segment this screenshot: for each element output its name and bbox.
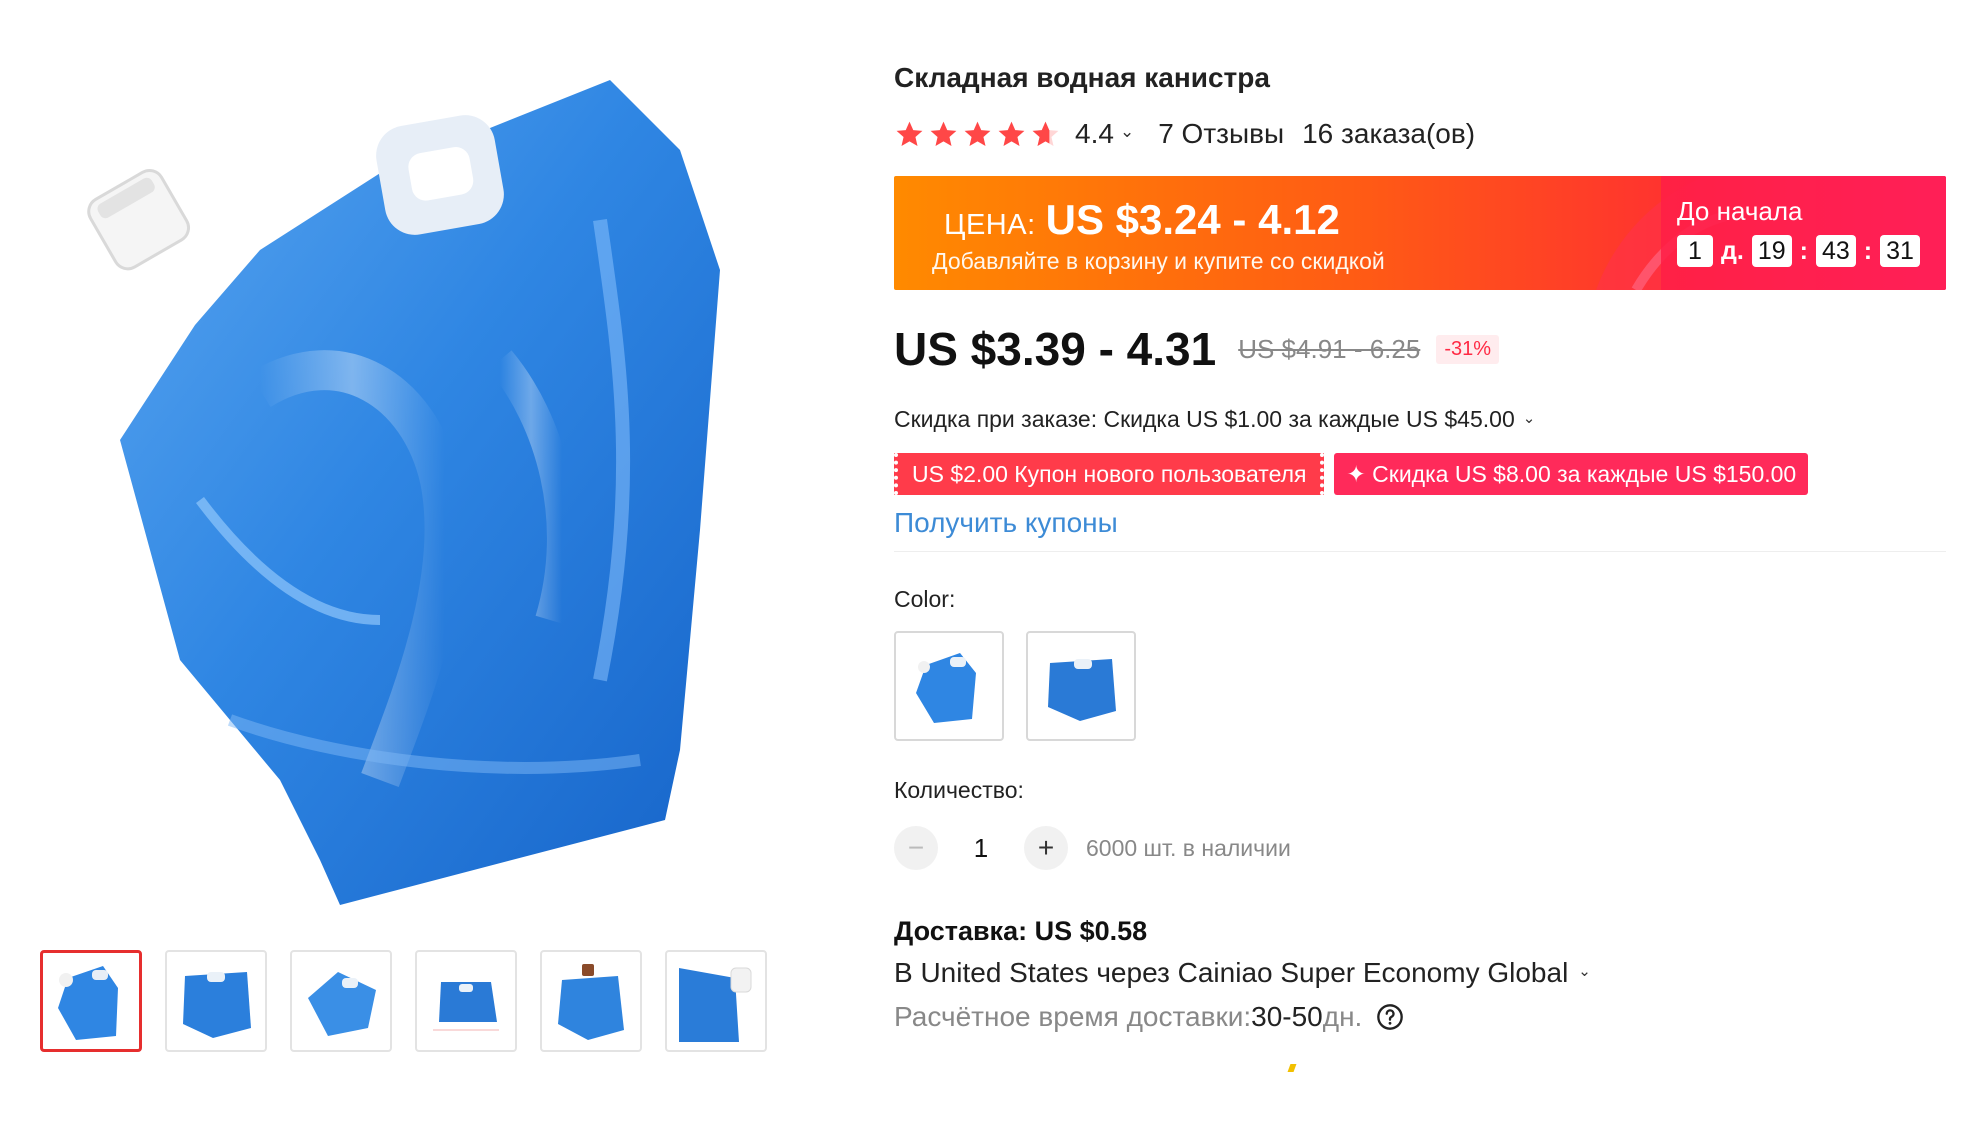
color-option-2[interactable] (1026, 631, 1136, 741)
main-product-image[interactable] (80, 60, 840, 930)
coupon-row: US $2.00 Купон нового пользователя ✦ Ски… (894, 453, 1946, 495)
promo-price: US $3.24 - 4.12 (1045, 196, 1340, 243)
delivery-time-value: 30-50 (1251, 1001, 1323, 1032)
countdown-timer: 1 д. 19 : 43 : 31 (1677, 235, 1946, 267)
countdown-days-unit: д. (1721, 236, 1744, 265)
product-title: Складная водная канистра (894, 62, 1270, 93)
color-swatches (894, 631, 1946, 741)
original-price: US $4.91 - 6.25 (1238, 333, 1421, 364)
promo-banner: ЦЕНА: US $3.24 - 4.12 Добавляйте в корзи… (894, 176, 1946, 290)
decorative-mark (1287, 1064, 1297, 1072)
store-discount-coupon[interactable]: ✦ Скидка US $8.00 за каждые US $150.00 (1334, 453, 1809, 495)
quantity-input[interactable] (938, 832, 1024, 864)
chevron-down-icon[interactable]: ⌄ (1120, 122, 1134, 142)
quantity-label: Количество: (894, 777, 1024, 803)
color-option-1[interactable] (894, 631, 1004, 741)
orders-count: 16 заказа(ов) (1302, 118, 1476, 149)
product-info: Складная водная канистра 4.4 ⌄ 7 Отзывы … (894, 60, 1946, 1033)
rating-stars (894, 119, 1061, 150)
chevron-down-icon[interactable]: ⌄ (1578, 962, 1591, 980)
delivery-time-unit: дн. (1322, 1001, 1363, 1032)
star-icon (998, 121, 1025, 146)
quantity-decrease-button[interactable]: − (894, 826, 938, 870)
discount-badge: -31% (1436, 334, 1500, 364)
star-icon (964, 121, 991, 146)
chevron-down-icon[interactable]: ⌄ (1523, 409, 1536, 427)
color-label: Color: (894, 586, 956, 612)
thumbnail-2[interactable] (165, 950, 267, 1052)
countdown-hours: 19 (1751, 235, 1792, 267)
promo-price-label: ЦЕНА: (944, 209, 1036, 241)
countdown-separator: : (1863, 236, 1873, 265)
promo-subtitle: Добавляйте в корзину и купите со скидкой (932, 248, 1385, 274)
new-user-coupon[interactable]: US $2.00 Купон нового пользователя (894, 453, 1325, 495)
current-price: US $3.39 - 4.31 (894, 323, 1217, 375)
shipping-method[interactable]: В United States через Cainiao Super Econ… (894, 957, 1946, 989)
price-row: US $3.39 - 4.31 US $4.91 - 6.25 -31% (894, 322, 1946, 376)
countdown-days: 1 (1677, 235, 1713, 267)
countdown-separator: : (1799, 236, 1808, 265)
star-icon (896, 121, 923, 146)
half-star-icon (1032, 121, 1059, 146)
thumbnail-4[interactable] (415, 950, 517, 1052)
delivery-estimate: Расчётное время доставки: 30-50 дн. (894, 1001, 1946, 1033)
thumbnail-3[interactable] (290, 950, 392, 1052)
thumbnail-5[interactable] (540, 950, 642, 1052)
promo-price-line: ЦЕНА: US $3.24 - 4.12 (944, 196, 1340, 244)
thumbnail-6[interactable] (665, 950, 767, 1052)
get-coupons-link[interactable]: Получить купоны (894, 507, 1118, 539)
thumbnail-1[interactable] (40, 950, 142, 1052)
star-icon (930, 121, 957, 146)
quantity-increase-button[interactable]: + (1024, 826, 1068, 870)
rating-row: 4.4 ⌄ 7 Отзывы 16 заказа(ов) (894, 116, 1946, 152)
shipping-method-text: В United States через Cainiao Super Econ… (894, 957, 1569, 988)
bulk-discount-text: Скидка при заказе: Скидка US $1.00 за ка… (894, 406, 1515, 432)
quantity-stepper: − + 6000 шт. в наличии (894, 826, 1946, 870)
thumbnail-strip (40, 950, 767, 1052)
rating-value[interactable]: 4.4 (1075, 118, 1114, 150)
reviews-link[interactable]: 7 Отзывы (1158, 118, 1284, 150)
countdown-title: До начала (1677, 196, 1803, 226)
shipping-price: Доставка: US $0.58 (894, 916, 1148, 946)
countdown-seconds: 31 (1880, 235, 1920, 267)
countdown-minutes: 43 (1815, 235, 1856, 267)
help-circle-icon[interactable] (1376, 1003, 1404, 1031)
countdown-box: До начала 1 д. 19 : 43 : 31 (1661, 176, 1946, 290)
divider (894, 551, 1946, 552)
bulk-discount[interactable]: Скидка при заказе: Скидка US $1.00 за ка… (894, 406, 1946, 433)
stock-count: 6000 шт. в наличии (1086, 834, 1291, 861)
delivery-time-label: Расчётное время доставки: (894, 1001, 1252, 1032)
